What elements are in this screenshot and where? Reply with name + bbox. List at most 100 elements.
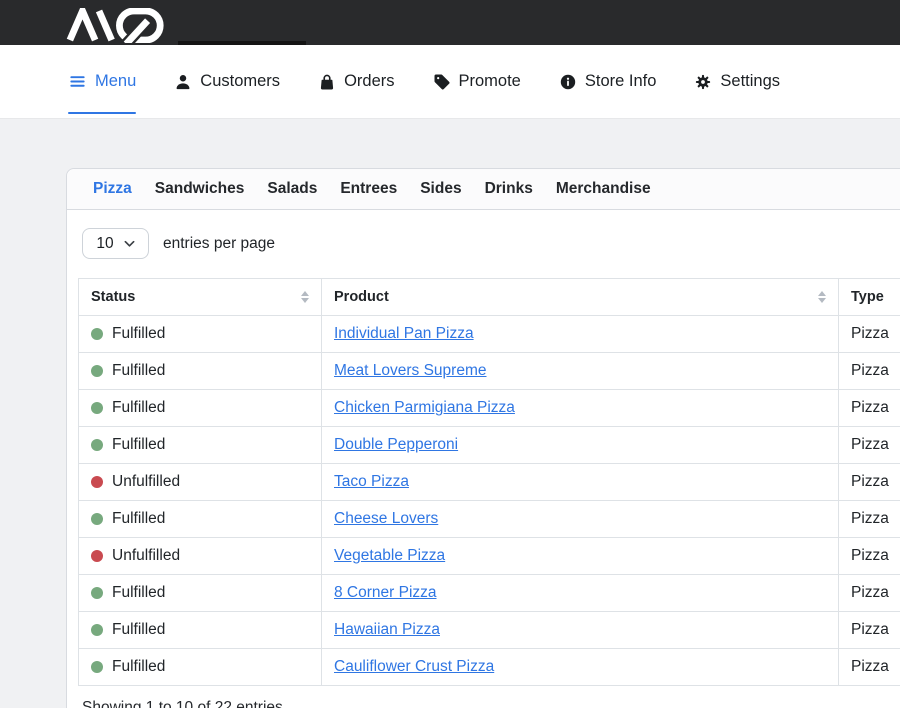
product-link[interactable]: Individual Pan Pizza — [334, 325, 474, 342]
nav-item-customers[interactable]: Customers — [174, 45, 280, 118]
product-link[interactable]: Hawaiian Pizza — [334, 621, 440, 638]
page-size-select[interactable]: 10 — [82, 228, 149, 259]
table-row: Fulfilled Cheese Lovers Pizza — [79, 501, 900, 538]
type-cell: Pizza — [839, 575, 900, 612]
status-cell: Fulfilled — [79, 575, 322, 612]
brand-logo-icon[interactable] — [66, 8, 167, 43]
status-dot-icon — [91, 661, 103, 673]
gear-icon — [694, 73, 712, 91]
status-label: Fulfilled — [112, 436, 165, 454]
status-cell: Unfulfilled — [79, 464, 322, 501]
tab-entrees[interactable]: Entrees — [340, 180, 397, 198]
tab-pizza[interactable]: Pizza — [93, 180, 132, 198]
table-row: Fulfilled Meat Lovers Supreme Pizza — [79, 353, 900, 390]
status-dot-icon — [91, 550, 103, 562]
sort-icon[interactable] — [818, 291, 826, 303]
product-link[interactable]: Vegetable Pizza — [334, 547, 445, 564]
table-row: Fulfilled Cauliflower Crust Pizza Pizza — [79, 649, 900, 686]
nav-item-orders[interactable]: Orders — [318, 45, 394, 118]
table-row: Fulfilled Chicken Parmigiana Pizza Pizza — [79, 390, 900, 427]
type-cell: Pizza — [839, 353, 900, 390]
nav-item-settings[interactable]: Settings — [694, 45, 780, 118]
product-cell: Cauliflower Crust Pizza — [322, 649, 839, 686]
status-dot-icon — [91, 402, 103, 414]
status-label: Fulfilled — [112, 621, 165, 639]
status-cell: Fulfilled — [79, 427, 322, 464]
person-icon — [174, 73, 192, 91]
primary-nav: Menu Customers Orders Promote Store Info — [0, 45, 900, 119]
nav-item-label: Settings — [720, 72, 780, 91]
type-cell: Pizza — [839, 427, 900, 464]
products-table: Status Product — [78, 278, 900, 686]
type-cell: Pizza — [839, 649, 900, 686]
status-label: Fulfilled — [112, 362, 165, 380]
tab-sides[interactable]: Sides — [420, 180, 461, 198]
product-link[interactable]: Taco Pizza — [334, 473, 409, 490]
status-dot-icon — [91, 476, 103, 488]
product-link[interactable]: Cauliflower Crust Pizza — [334, 658, 494, 675]
nav-item-label: Store Info — [585, 72, 657, 91]
status-label: Fulfilled — [112, 584, 165, 602]
type-cell: Pizza — [839, 612, 900, 649]
column-header-product[interactable]: Product — [322, 279, 839, 316]
product-link[interactable]: Cheese Lovers — [334, 510, 438, 527]
type-cell: Pizza — [839, 390, 900, 427]
product-cell: Hawaiian Pizza — [322, 612, 839, 649]
app-screen: Menu Customers Orders Promote Store Info — [0, 0, 900, 708]
hamburger-icon — [68, 72, 87, 91]
tab-drinks[interactable]: Drinks — [485, 180, 533, 198]
nav-item-label: Orders — [344, 72, 394, 91]
column-header-status[interactable]: Status — [79, 279, 322, 316]
nav-item-label: Promote — [459, 72, 521, 91]
type-cell: Pizza — [839, 316, 900, 353]
product-link[interactable]: Double Pepperoni — [334, 436, 458, 453]
product-cell: Vegetable Pizza — [322, 538, 839, 575]
product-link[interactable]: Meat Lovers Supreme — [334, 362, 487, 379]
status-cell: Unfulfilled — [79, 538, 322, 575]
nav-item-label: Customers — [200, 72, 280, 91]
table-row: Fulfilled Hawaiian Pizza Pizza — [79, 612, 900, 649]
status-dot-icon — [91, 328, 103, 340]
status-cell: Fulfilled — [79, 649, 322, 686]
product-cell: 8 Corner Pizza — [322, 575, 839, 612]
product-link[interactable]: 8 Corner Pizza — [334, 584, 437, 601]
tab-merchandise[interactable]: Merchandise — [556, 180, 651, 198]
status-dot-icon — [91, 587, 103, 599]
type-cell: Pizza — [839, 501, 900, 538]
product-link[interactable]: Chicken Parmigiana Pizza — [334, 399, 515, 416]
nav-item-label: Menu — [95, 72, 136, 91]
menu-card: Pizza Sandwiches Salads Entrees Sides Dr… — [66, 168, 900, 708]
column-label: Status — [91, 289, 135, 305]
sort-icon[interactable] — [301, 291, 309, 303]
tab-salads[interactable]: Salads — [267, 180, 317, 198]
column-label: Product — [334, 289, 389, 305]
table-body: Fulfilled Individual Pan Pizza Pizza Ful… — [79, 316, 900, 686]
table-header-row: Status Product — [79, 279, 900, 316]
column-header-type[interactable]: Type — [839, 279, 900, 316]
status-label: Fulfilled — [112, 510, 165, 528]
tab-sandwiches[interactable]: Sandwiches — [155, 180, 245, 198]
status-cell: Fulfilled — [79, 353, 322, 390]
bag-icon — [318, 73, 336, 91]
nav-item-store-info[interactable]: Store Info — [559, 45, 657, 118]
nav-item-menu[interactable]: Menu — [68, 45, 136, 118]
status-cell: Fulfilled — [79, 390, 322, 427]
table-row: Unfulfilled Vegetable Pizza Pizza — [79, 538, 900, 575]
status-label: Unfulfilled — [112, 547, 180, 565]
type-cell: Pizza — [839, 538, 900, 575]
page-size-value: 10 — [96, 235, 113, 253]
table-row: Fulfilled Individual Pan Pizza Pizza — [79, 316, 900, 353]
status-dot-icon — [91, 439, 103, 451]
nav-item-promote[interactable]: Promote — [433, 45, 521, 118]
category-tabs: Pizza Sandwiches Salads Entrees Sides Dr… — [67, 169, 900, 210]
topbar — [0, 0, 900, 45]
column-label: Type — [851, 289, 884, 305]
product-cell: Taco Pizza — [322, 464, 839, 501]
product-cell: Meat Lovers Supreme — [322, 353, 839, 390]
type-cell: Pizza — [839, 464, 900, 501]
status-dot-icon — [91, 624, 103, 636]
page-size-row: 10 entries per page — [82, 228, 900, 259]
page-size-label: entries per page — [163, 235, 275, 253]
status-dot-icon — [91, 513, 103, 525]
card-body: 10 entries per page Status — [67, 210, 900, 708]
